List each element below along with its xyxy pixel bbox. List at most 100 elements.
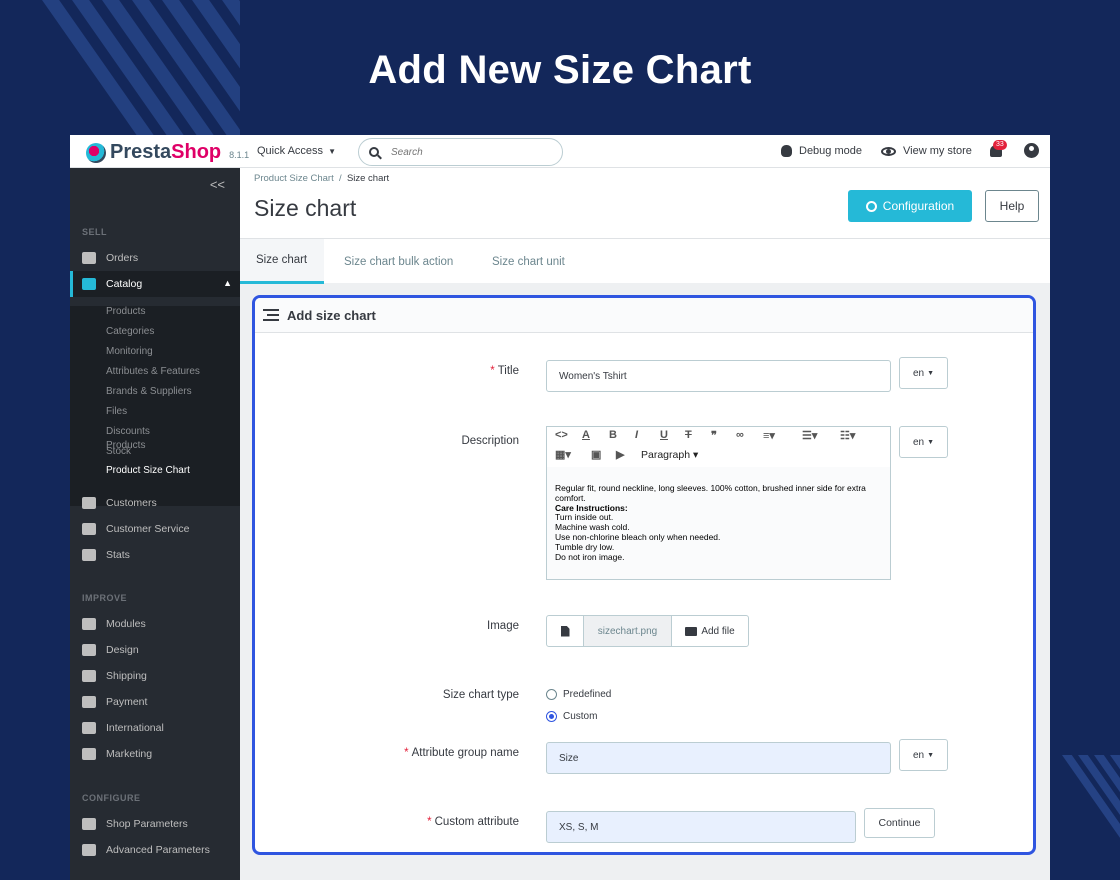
configuration-button[interactable]: Configuration bbox=[848, 190, 972, 222]
search-icon bbox=[369, 147, 379, 157]
decorative-stripes-bottom-right bbox=[1048, 755, 1120, 845]
sidebar-section-sell: SELL bbox=[82, 227, 108, 237]
continue-button[interactable]: Continue bbox=[864, 808, 935, 838]
attribute-group-input[interactable] bbox=[546, 742, 891, 774]
numbered-list-icon[interactable]: ☷▾ bbox=[840, 429, 855, 442]
user-account-icon[interactable] bbox=[1024, 143, 1039, 158]
attribute-group-language-select[interactable]: en ▼ bbox=[899, 739, 948, 771]
version-label: 8.1.1 bbox=[229, 149, 250, 160]
underline-icon[interactable]: U bbox=[660, 429, 668, 441]
sidebar-item-payment[interactable]: Payment bbox=[70, 689, 240, 715]
sidebar-item-catalog[interactable]: Catalog ▲ bbox=[70, 271, 240, 297]
promo-headline: Add New Size Chart bbox=[368, 48, 752, 92]
title-input[interactable] bbox=[546, 360, 891, 392]
basket-icon bbox=[82, 252, 96, 264]
folder-open-icon bbox=[685, 626, 698, 636]
editor-toolbar: <> A B I U T ❞ ∞ ≡▾ ☰▾ ☷▾ ▦▾ ▣ ▶ Paragra… bbox=[547, 427, 890, 467]
sidebar-section-improve: IMPROVE bbox=[82, 593, 128, 603]
sidebar-sub-product-size-chart[interactable]: Product Size Chart bbox=[106, 465, 190, 476]
person-icon bbox=[82, 497, 96, 509]
editor-content[interactable]: Regular fit, round neckline, long sleeve… bbox=[547, 467, 890, 579]
tab-size-chart-unit[interactable]: Size chart unit bbox=[476, 239, 581, 284]
debug-mode-link[interactable]: Debug mode bbox=[781, 145, 862, 157]
sidebar-item-international[interactable]: International bbox=[70, 715, 240, 741]
prestashop-logo-icon bbox=[86, 142, 106, 163]
collapse-sidebar-icon[interactable]: << bbox=[210, 177, 225, 192]
add-size-chart-card: Add size chart *Title en▼ Description <>… bbox=[252, 295, 1036, 855]
view-store-link[interactable]: View my store bbox=[881, 145, 972, 157]
help-button[interactable]: Help bbox=[985, 190, 1039, 222]
monitor-icon bbox=[82, 644, 96, 656]
file-icon bbox=[560, 625, 570, 637]
sidebar-item-shipping[interactable]: Shipping bbox=[70, 663, 240, 689]
page-header: Product Size Chart / Size chart Size cha… bbox=[240, 168, 1050, 284]
image-icon[interactable]: ▣ bbox=[591, 448, 601, 461]
text-color-icon[interactable]: A bbox=[582, 429, 590, 441]
sidebar-item-customers[interactable]: Customers bbox=[70, 490, 240, 516]
file-name-display: sizechart.png bbox=[584, 616, 672, 646]
sidebar-item-customer-service[interactable]: Customer Service bbox=[70, 516, 240, 542]
sidebar-sub-stock[interactable]: Stock bbox=[106, 446, 131, 457]
caret-down-icon: ▼ bbox=[927, 369, 935, 377]
caret-down-icon: ▼ bbox=[927, 751, 935, 759]
sidebar-item-marketing[interactable]: Marketing bbox=[70, 741, 240, 767]
quick-access-dropdown[interactable]: Quick Access ▼ bbox=[257, 145, 336, 157]
sidebar-sub-brands[interactable]: Brands & Suppliers bbox=[106, 386, 192, 397]
attribute-group-label: * Attribute group name bbox=[404, 747, 519, 759]
radio-custom[interactable]: Custom bbox=[546, 711, 597, 722]
radio-predefined[interactable]: Predefined bbox=[546, 689, 611, 700]
sidebar-sub-monitoring[interactable]: Monitoring bbox=[106, 346, 153, 357]
sidebar-sub-attributes[interactable]: Attributes & Features bbox=[106, 366, 200, 377]
puzzle-icon bbox=[82, 618, 96, 630]
table-icon[interactable]: ▦▾ bbox=[555, 448, 571, 461]
sidebar-section-configure: CONFIGURE bbox=[82, 793, 141, 803]
title-label: * Title bbox=[490, 365, 519, 377]
radio-custom-indicator bbox=[546, 711, 557, 722]
strikethrough-icon[interactable]: T bbox=[685, 429, 692, 441]
radio-predefined-indicator bbox=[546, 689, 557, 700]
image-file-picker: sizechart.png Add file bbox=[546, 615, 749, 647]
paragraph-format-dropdown[interactable]: Paragraph ▾ bbox=[641, 449, 698, 461]
truck-icon bbox=[82, 670, 96, 682]
bold-icon[interactable]: B bbox=[609, 429, 617, 441]
search-input[interactable] bbox=[391, 146, 541, 158]
breadcrumb-parent[interactable]: Product Size Chart bbox=[254, 173, 334, 184]
tab-size-chart-bulk-action[interactable]: Size chart bulk action bbox=[328, 239, 469, 284]
italic-icon[interactable]: I bbox=[635, 429, 638, 441]
sidebar-item-orders[interactable]: Orders bbox=[70, 245, 240, 271]
sidebar-item-stats[interactable]: Stats bbox=[70, 542, 240, 568]
bug-icon bbox=[781, 145, 792, 157]
title-language-select[interactable]: en ▼ bbox=[899, 357, 948, 389]
top-bar: PrestaShop 8.1.1 Quick Access ▼ Debug mo… bbox=[70, 135, 1050, 168]
sidebar-item-advanced-parameters[interactable]: Advanced Parameters bbox=[70, 837, 240, 863]
store-icon bbox=[82, 278, 96, 290]
custom-attribute-input[interactable] bbox=[546, 811, 856, 843]
image-label: Image bbox=[487, 620, 519, 632]
tab-size-chart[interactable]: Size chart bbox=[240, 239, 324, 284]
description-label: Description bbox=[461, 435, 519, 447]
sidebar: << SELL Orders Catalog ▲ Products Product… bbox=[70, 168, 240, 880]
align-left-icon[interactable]: ≡▾ bbox=[763, 429, 775, 442]
eye-icon bbox=[881, 146, 896, 156]
sidebar-item-design[interactable]: Design bbox=[70, 637, 240, 663]
sidebar-sub-categories[interactable]: Categories bbox=[106, 326, 154, 337]
prestashop-logo[interactable]: PrestaShop 8.1.1 bbox=[86, 141, 249, 164]
sidebar-sub-discounts[interactable]: Discounts bbox=[106, 426, 150, 437]
media-icon[interactable]: ▶ bbox=[616, 448, 624, 461]
link-icon[interactable]: ∞ bbox=[736, 429, 744, 441]
sidebar-sub-products[interactable]: Products bbox=[106, 306, 145, 317]
sidebar-sub-files[interactable]: Files bbox=[106, 406, 127, 417]
add-file-button[interactable]: Add file bbox=[672, 616, 748, 646]
card-header: Add size chart bbox=[255, 298, 1033, 333]
breadcrumb: Product Size Chart / Size chart bbox=[254, 173, 390, 184]
notification-badge: 33 bbox=[993, 140, 1007, 150]
source-code-icon[interactable]: <> bbox=[555, 429, 568, 441]
search-box bbox=[358, 138, 563, 166]
globe-icon bbox=[82, 722, 96, 734]
page-title: Size chart bbox=[254, 195, 357, 221]
blockquote-icon[interactable]: ❞ bbox=[711, 429, 717, 442]
description-language-select[interactable]: en ▼ bbox=[899, 426, 948, 458]
bullet-list-icon[interactable]: ☰▾ bbox=[802, 429, 817, 442]
sidebar-item-shop-parameters[interactable]: Shop Parameters bbox=[70, 811, 240, 837]
sidebar-item-modules[interactable]: Modules bbox=[70, 611, 240, 637]
